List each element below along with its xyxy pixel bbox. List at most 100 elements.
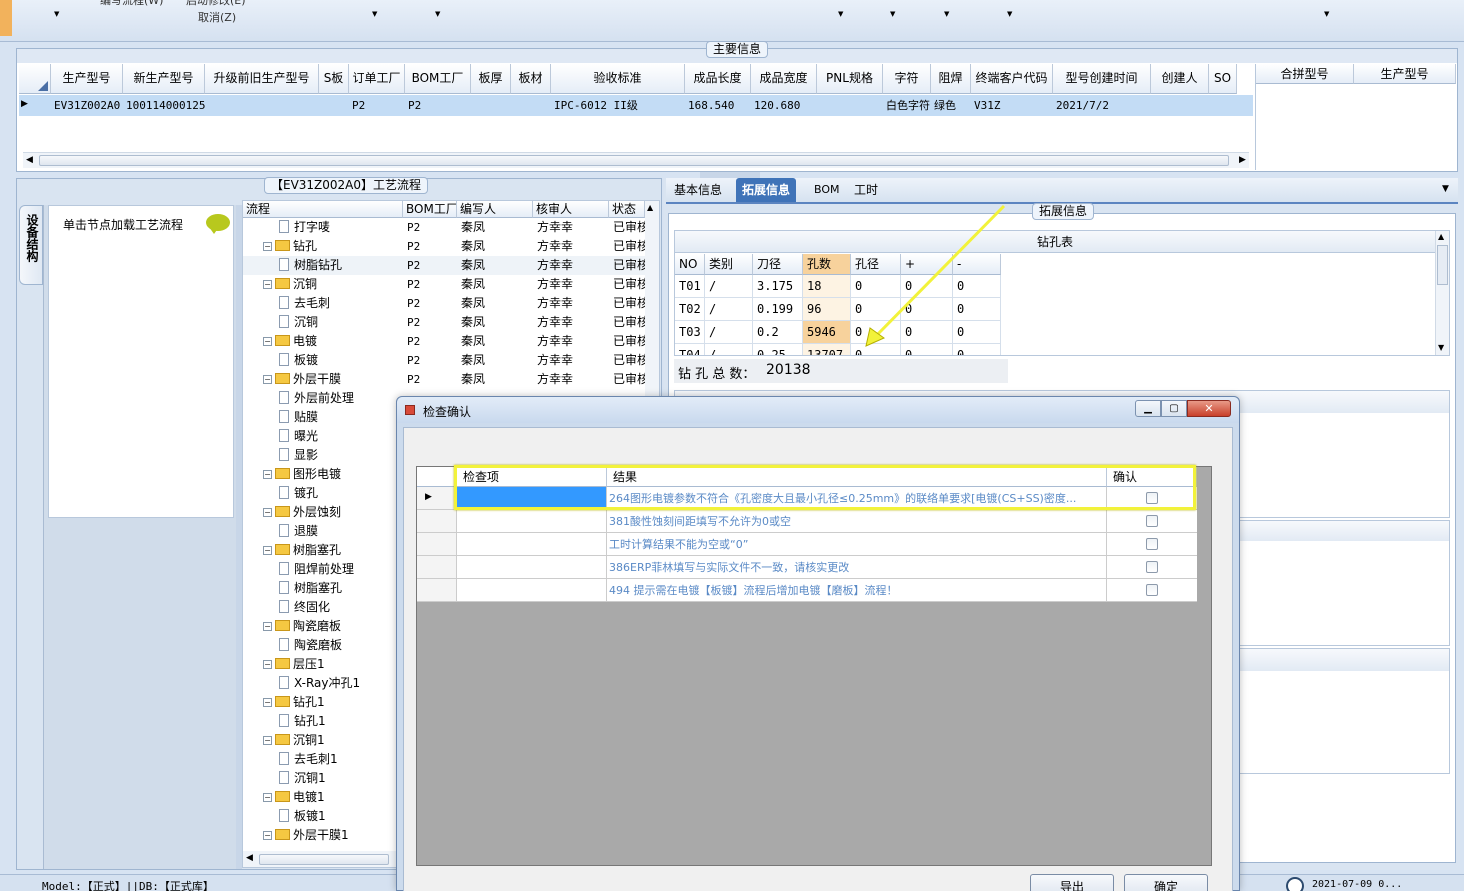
column-header[interactable]: PNL规格 (817, 64, 883, 94)
check-item-cell[interactable] (457, 579, 607, 602)
column-header[interactable]: 编写人 (457, 201, 533, 218)
collapse-icon[interactable]: − (263, 280, 272, 289)
table-cell[interactable]: P2 (408, 95, 471, 116)
table-row[interactable]: 去毛刺 P2 秦凤 方幸幸 已审核 (243, 294, 646, 313)
check-result-cell[interactable]: 381酸性蚀刻间距填写不允许为0或空 (607, 510, 1107, 533)
tree-node[interactable]: − 沉铜1 (243, 731, 403, 750)
tree-node[interactable]: − 外层干膜1 (243, 826, 403, 845)
table-cell[interactable] (322, 95, 349, 116)
tree-node[interactable]: 贴膜 (243, 408, 403, 427)
column-header[interactable]: 字符 (883, 64, 931, 94)
table-cell[interactable] (1154, 95, 1209, 116)
tree-node[interactable]: 陶瓷磨板 (243, 636, 403, 655)
row-header[interactable] (417, 510, 457, 533)
table-cell[interactable]: / (705, 275, 753, 298)
table-row[interactable]: 打字唛 P2 秦凤 方幸幸 已审核 (243, 218, 646, 237)
side-tab[interactable]: 设备结构 (19, 205, 43, 285)
column-header[interactable]: 终端客户代码 (971, 64, 1053, 94)
confirm-checkbox[interactable] (1146, 561, 1158, 573)
table-row[interactable]: 树脂钻孔 P2 秦凤 方幸幸 已审核 (243, 256, 646, 275)
tree-node[interactable]: X-Ray冲孔1 (243, 674, 403, 693)
table-cell[interactable]: 18 (803, 275, 851, 298)
confirm-cell[interactable] (1107, 533, 1197, 556)
tree-node[interactable]: 去毛刺 (243, 294, 403, 313)
tab-dropdown-icon[interactable]: ▼ (1442, 184, 1449, 194)
check-item-cell[interactable] (457, 533, 607, 556)
horizontal-scrollbar[interactable]: ◀ ▶ (23, 152, 1249, 168)
check-result-cell[interactable]: 494 提示需在电镀【板镀】流程后增加电镀【磨板】流程！ (607, 579, 1107, 602)
column-header[interactable]: 确认 (1107, 467, 1197, 487)
table-cell[interactable]: 0.199 (753, 298, 803, 321)
row-header[interactable] (417, 579, 457, 602)
confirm-checkbox[interactable] (1146, 584, 1158, 596)
chevron-down-icon[interactable]: ▼ (944, 10, 949, 18)
column-header[interactable]: SO (1209, 64, 1237, 94)
collapse-icon[interactable]: − (263, 242, 272, 251)
table-cell[interactable]: IPC-6012 II级 (554, 95, 685, 116)
confirm-checkbox[interactable] (1146, 538, 1158, 550)
scroll-left-icon[interactable]: ◀ (246, 853, 253, 863)
close-button[interactable]: ✕ (1187, 400, 1231, 417)
table-cell[interactable]: T04 (675, 344, 705, 355)
collapse-icon[interactable]: − (263, 508, 272, 517)
tree-node[interactable]: 显影 (243, 446, 403, 465)
chevron-down-icon[interactable]: ▼ (1007, 10, 1012, 18)
table-row[interactable]: − 沉铜 P2 秦凤 方幸幸 已审核 (243, 275, 646, 294)
chevron-down-icon[interactable]: ▼ (372, 10, 377, 18)
tree-node[interactable]: − 外层干膜 (243, 370, 403, 389)
collapse-icon[interactable]: − (263, 470, 272, 479)
chevron-down-icon[interactable]: ▼ (435, 10, 440, 18)
table-cell[interactable] (1212, 95, 1237, 116)
table-row[interactable]: 板镀 P2 秦凤 方幸幸 已审核 (243, 351, 646, 370)
column-header[interactable]: 状态 (609, 201, 645, 218)
column-header[interactable]: 验收标准 (551, 64, 685, 94)
collapse-icon[interactable]: − (263, 698, 272, 707)
tree-node[interactable]: 去毛刺1 (243, 750, 403, 769)
tree-node[interactable]: 钻孔1 (243, 712, 403, 731)
table-cell[interactable]: 0 (851, 275, 901, 298)
table-cell[interactable]: T02 (675, 298, 705, 321)
check-item-cell[interactable] (457, 556, 607, 579)
table-cell[interactable]: 0 (901, 321, 953, 344)
tree-node[interactable]: − 电镀1 (243, 788, 403, 807)
check-item-cell[interactable] (457, 487, 607, 510)
column-header[interactable]: 孔数 (803, 254, 851, 275)
check-result-cell[interactable]: 264图形电镀参数不符合《孔密度大且最小孔径≤0.25mm》的联络单要求[电镀(… (607, 487, 1107, 510)
column-header[interactable]: 板厚 (471, 64, 511, 94)
column-header[interactable]: BOM工厂 (403, 201, 457, 218)
collapse-icon[interactable]: − (263, 736, 272, 745)
table-cell[interactable]: / (705, 344, 753, 355)
edit-process-menu[interactable]: 编写流程(W) (100, 0, 163, 8)
row-header[interactable] (417, 533, 457, 556)
table-cell[interactable]: 0.2 (753, 321, 803, 344)
column-header[interactable]: NO (675, 254, 705, 275)
column-header[interactable]: 核审人 (533, 201, 609, 218)
confirm-cell[interactable] (1107, 556, 1197, 579)
table-row[interactable]: − 钻孔 P2 秦凤 方幸幸 已审核 (243, 237, 646, 256)
column-header[interactable]: BOM工厂 (405, 64, 471, 94)
table-cell[interactable]: 3.175 (753, 275, 803, 298)
column-header[interactable]: 孔径 (851, 254, 901, 275)
tree-node[interactable]: 树脂钻孔 (243, 256, 403, 275)
scroll-up-icon[interactable]: ▲ (647, 203, 653, 212)
table-cell[interactable]: T03 (675, 321, 705, 344)
table-cell[interactable]: 0 (953, 298, 1001, 321)
tree-node[interactable]: − 沉铜 (243, 275, 403, 294)
table-cell[interactable]: 168.540 (688, 95, 751, 116)
tree-node[interactable]: 阻焊前处理 (243, 560, 403, 579)
column-header[interactable]: 型号创建时间 (1053, 64, 1151, 94)
table-cell[interactable]: 10011400012568 (126, 95, 205, 116)
tree-node[interactable]: 曝光 (243, 427, 403, 446)
check-item-cell[interactable] (457, 510, 607, 533)
confirm-checkbox[interactable] (1146, 515, 1158, 527)
table-cell[interactable]: 2021/7/2 (1056, 95, 1151, 116)
tree-node[interactable]: 终固化 (243, 598, 403, 617)
check-result-cell[interactable]: 工时计算结果不能为空或“0” (607, 533, 1107, 556)
table-cell[interactable]: 5946 (803, 321, 851, 344)
cancel-menu[interactable]: 取消(Z) (198, 9, 236, 25)
table-cell[interactable] (208, 95, 319, 116)
table-cell[interactable]: EV31Z002A0 (54, 95, 123, 116)
column-header[interactable]: - (953, 254, 1001, 275)
column-header[interactable]: + (901, 254, 953, 275)
table-cell[interactable]: 0 (953, 321, 1001, 344)
